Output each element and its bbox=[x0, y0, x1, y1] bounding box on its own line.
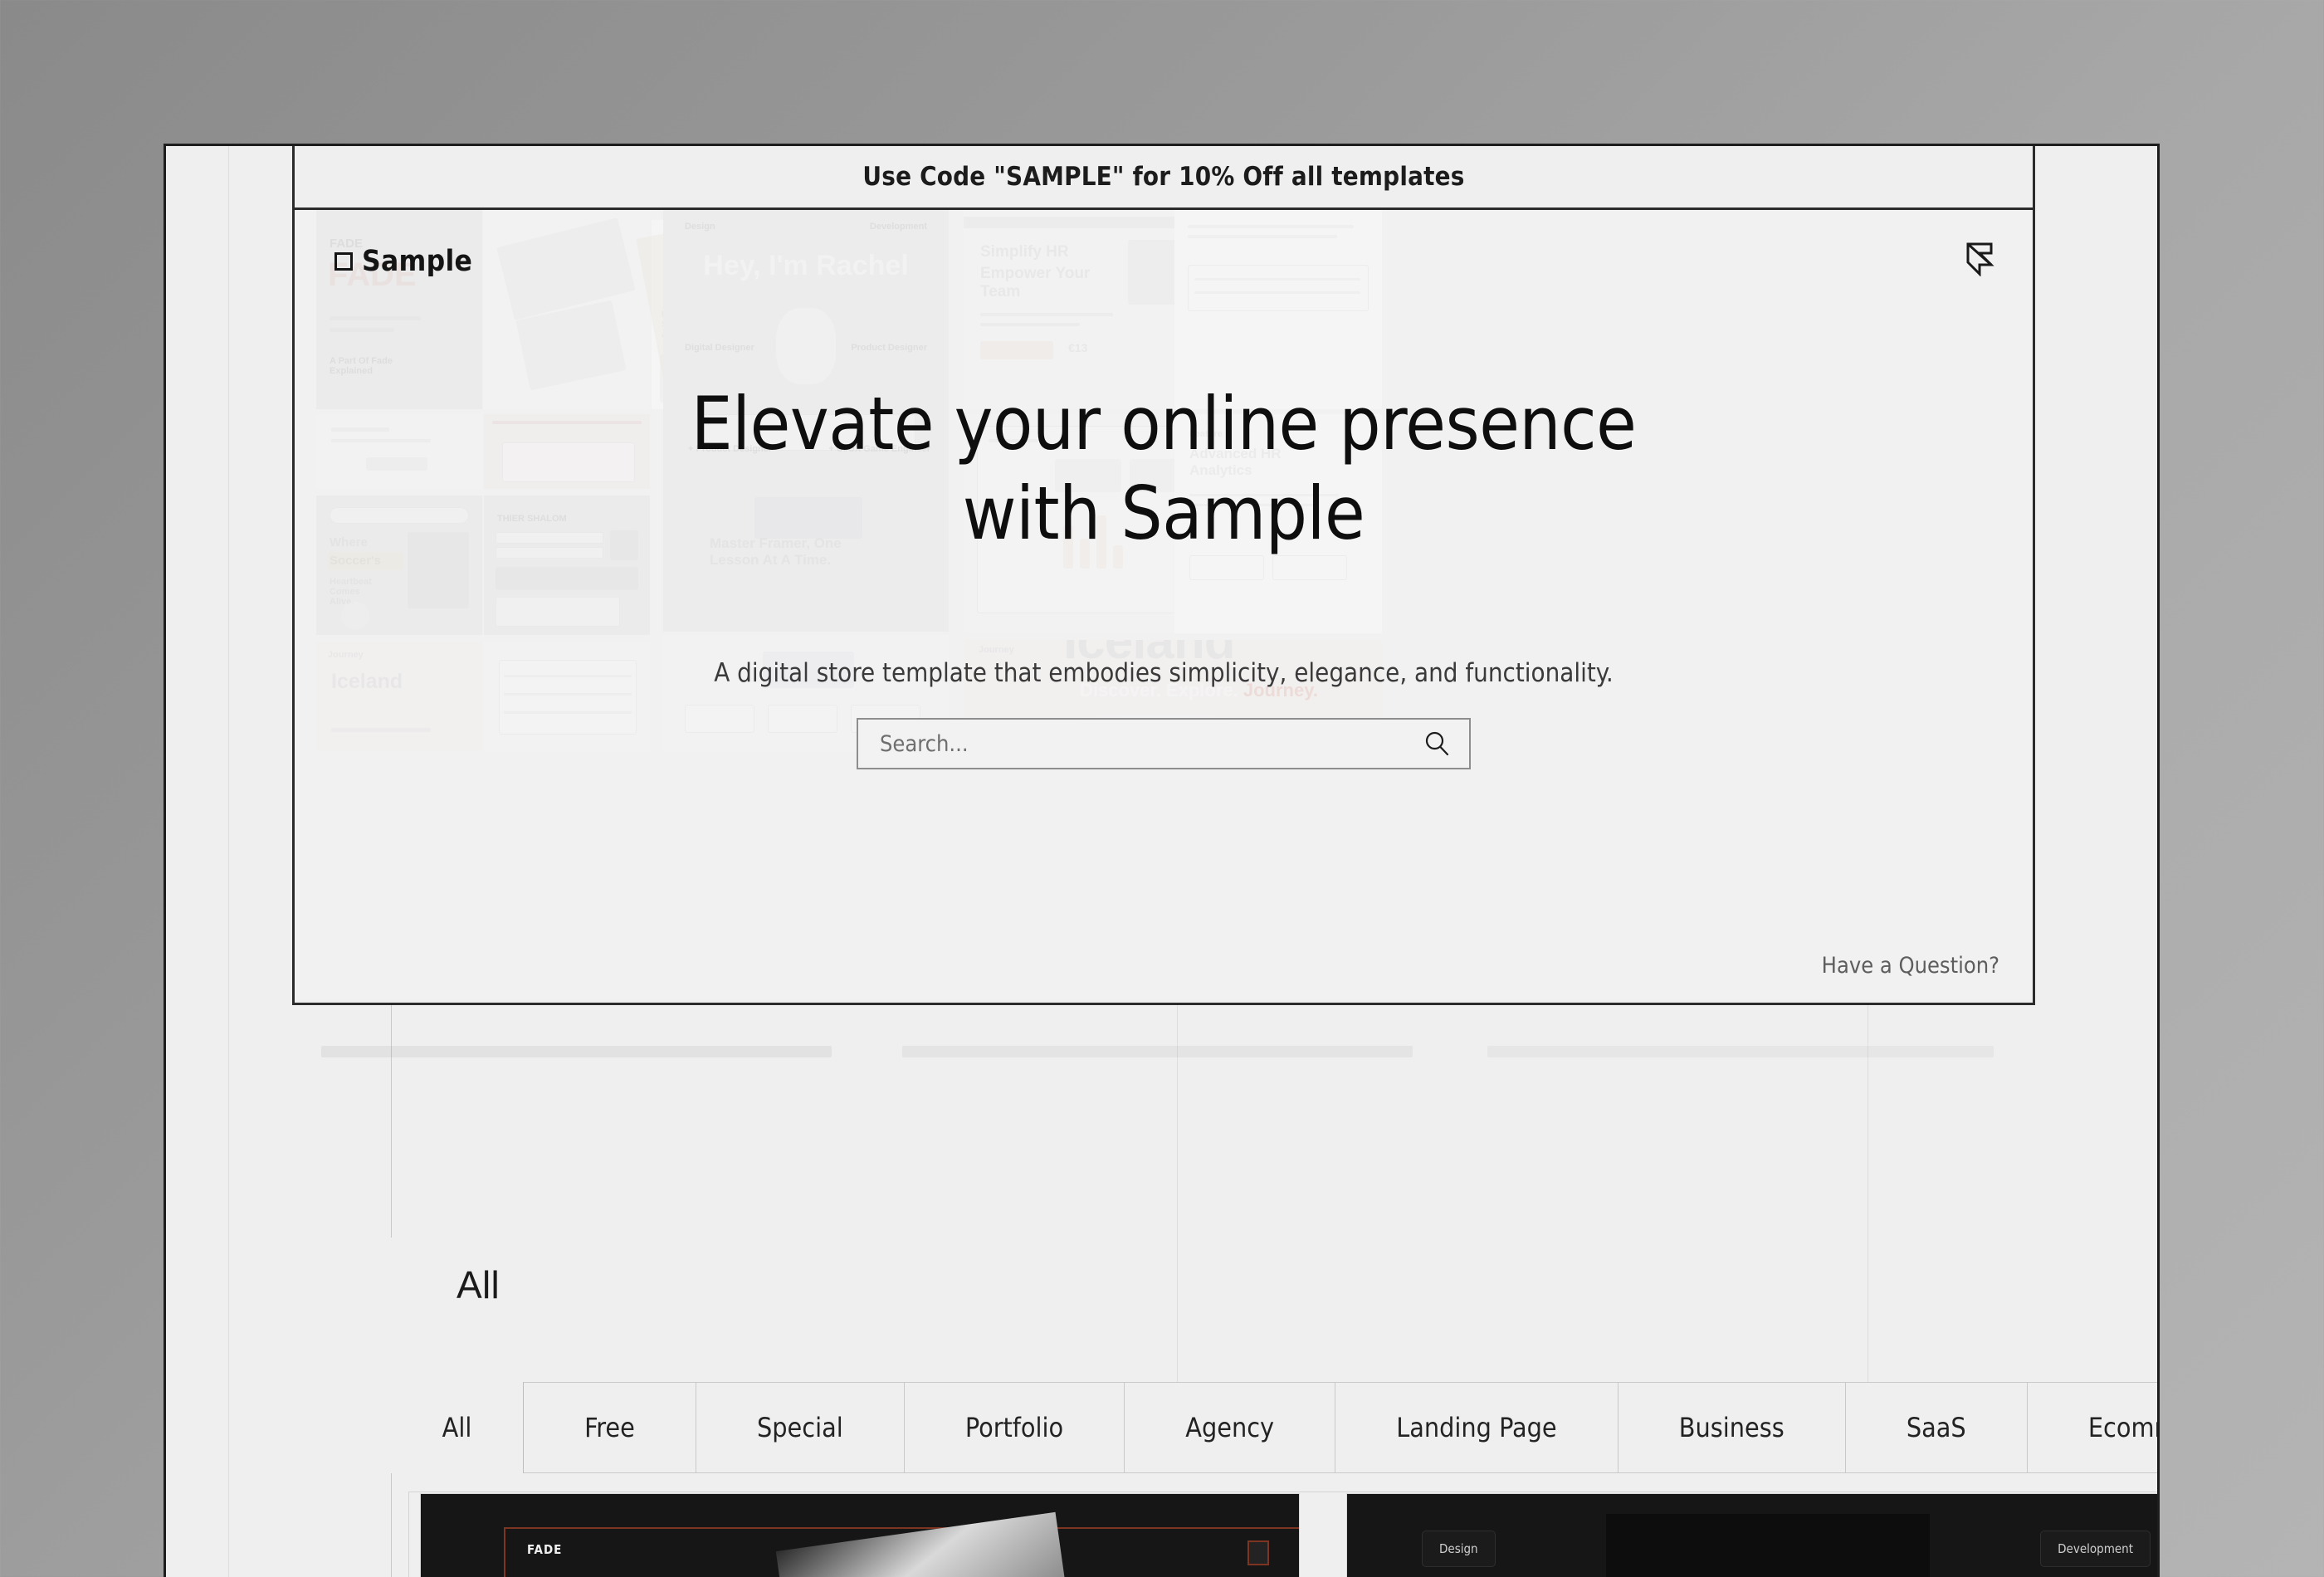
headline-line-1: Elevate your online presence bbox=[691, 381, 1637, 466]
tab-label: Special bbox=[756, 1412, 843, 1443]
rachel-stage: Hey, I'm Rachel bbox=[1606, 1514, 1930, 1577]
tab-free[interactable]: Free bbox=[524, 1382, 696, 1473]
fade-chip bbox=[1247, 1540, 1269, 1565]
hero-subheadline: A digital store template that embodies s… bbox=[714, 658, 1614, 688]
tab-label: All bbox=[442, 1412, 472, 1443]
tab-label: Ecommerce bbox=[2087, 1412, 2157, 1443]
tab-label: Landing Page bbox=[1396, 1412, 1557, 1443]
underbar bbox=[1487, 1046, 1994, 1057]
tab-all[interactable]: All bbox=[391, 1382, 524, 1473]
tab-label: Free bbox=[584, 1412, 635, 1443]
tab-saas[interactable]: SaaS bbox=[1845, 1382, 2028, 1473]
tab-landing-page[interactable]: Landing Page bbox=[1335, 1382, 1618, 1473]
announcement-text: Use Code "SAMPLE" for 10% Off all templa… bbox=[862, 162, 1465, 192]
tab-special[interactable]: Special bbox=[696, 1382, 905, 1473]
hero-section: Use Code "SAMPLE" for 10% Off all templa… bbox=[292, 146, 2035, 1005]
tab-label: Agency bbox=[1185, 1412, 1275, 1443]
underbar bbox=[321, 1046, 832, 1057]
tab-business[interactable]: Business bbox=[1618, 1382, 1846, 1473]
hero-underbars bbox=[292, 1046, 2035, 1059]
template-grid: FADE Welcome To FADE CHANGE BY DESIGN De… bbox=[391, 1473, 2157, 1577]
fade-logo: FADE bbox=[527, 1542, 563, 1557]
tab-ecommerce[interactable]: Ecommerce bbox=[2027, 1382, 2157, 1473]
search-placeholder: Search... bbox=[880, 730, 969, 757]
square-outline-icon bbox=[334, 252, 353, 271]
template-card-fade[interactable]: FADE Welcome To FADE CHANGE BY DESIGN bbox=[420, 1493, 1300, 1577]
have-a-question-link[interactable]: Have a Question? bbox=[1822, 953, 1999, 979]
page-title: Elevate your online presence with Sample bbox=[295, 388, 2033, 550]
fade-frame: FADE Welcome To FADE CHANGE BY DESIGN bbox=[504, 1511, 1299, 1577]
hero-foreground: Sample Elevate your online presence with… bbox=[295, 210, 2033, 1000]
brand-name: Sample bbox=[362, 245, 473, 278]
template-card-rachel[interactable]: Design Development Hey, I'm Rachel bbox=[1346, 1493, 2157, 1577]
underbar bbox=[902, 1046, 1413, 1057]
hero-body: FADE FADE A Part Of FadeExplained FILTER… bbox=[295, 210, 2033, 1000]
search-input[interactable]: Search... bbox=[857, 718, 1471, 769]
layout-guide bbox=[228, 146, 229, 1577]
rachel-pill-design: Design bbox=[1422, 1531, 1496, 1567]
tab-agency[interactable]: Agency bbox=[1125, 1382, 1336, 1473]
tab-label: Business bbox=[1678, 1412, 1784, 1443]
fade-photo-1 bbox=[775, 1511, 1091, 1577]
announcement-bar[interactable]: Use Code "SAMPLE" for 10% Off all templa… bbox=[295, 146, 2033, 210]
rachel-pill-development: Development bbox=[2040, 1531, 2151, 1567]
section-heading: All bbox=[456, 1263, 500, 1306]
tab-label: SaaS bbox=[1906, 1412, 1966, 1443]
tab-label: Portfolio bbox=[964, 1412, 1064, 1443]
headline-line-2: with Sample bbox=[962, 471, 1365, 556]
search-icon[interactable] bbox=[1423, 730, 1451, 758]
browser-page-frame: Use Code "SAMPLE" for 10% Off all templa… bbox=[164, 144, 2160, 1577]
category-tabs: All Free Special Portfolio Agency Landin… bbox=[391, 1382, 2157, 1473]
framer-logo-icon[interactable] bbox=[1965, 242, 1994, 276]
brand-logo[interactable]: Sample bbox=[334, 245, 472, 278]
tab-portfolio[interactable]: Portfolio bbox=[904, 1382, 1125, 1473]
